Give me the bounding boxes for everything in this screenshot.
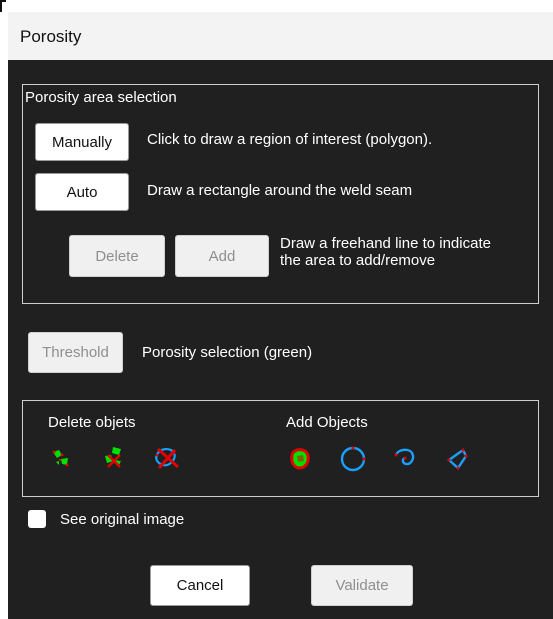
auto-description: Draw a rectangle around the weld seam: [147, 182, 413, 199]
manual-button[interactable]: Manually: [35, 123, 129, 161]
add-polygon-icon[interactable]: [441, 443, 473, 475]
threshold-description: Porosity selection (green): [142, 344, 313, 361]
delete-area-button[interactable]: Delete: [69, 235, 165, 277]
add-circle-icon[interactable]: [337, 443, 369, 475]
add-objects-label: Add Objects: [286, 414, 368, 431]
threshold-button[interactable]: Threshold: [28, 332, 123, 373]
delete-crossed-outline-icon[interactable]: [151, 443, 183, 475]
window-corner-mark: [0, 0, 6, 12]
window-left-edge: [0, 12, 8, 619]
validate-button[interactable]: Validate: [311, 565, 413, 606]
porosity-dialog: Porosity area selection Manually Click t…: [8, 60, 553, 619]
area-selection-group: Porosity area selection Manually Click t…: [22, 84, 539, 304]
add-area-button[interactable]: Add: [175, 235, 269, 277]
cancel-button[interactable]: Cancel: [150, 565, 250, 606]
delete-small-objects-icon[interactable]: [47, 443, 79, 475]
manual-description: Click to draw a region of interest (poly…: [147, 131, 433, 148]
window-title: Porosity: [20, 27, 82, 46]
objects-group: Delete objets Add Objects: [22, 400, 539, 497]
area-selection-group-label: Porosity area selection: [25, 89, 177, 106]
delete-selected-objects-icon[interactable]: [99, 443, 131, 475]
auto-button[interactable]: Auto: [35, 173, 129, 211]
add-freehand-curve-icon[interactable]: [389, 443, 421, 475]
see-original-checkbox[interactable]: [28, 510, 46, 528]
freehand-description-line2: the area to add/remove: [280, 252, 436, 269]
delete-objects-label: Delete objets: [48, 414, 136, 431]
add-freehand-blob-icon[interactable]: [285, 443, 317, 475]
title-bar[interactable]: Porosity: [8, 12, 553, 60]
see-original-label: See original image: [60, 511, 185, 528]
